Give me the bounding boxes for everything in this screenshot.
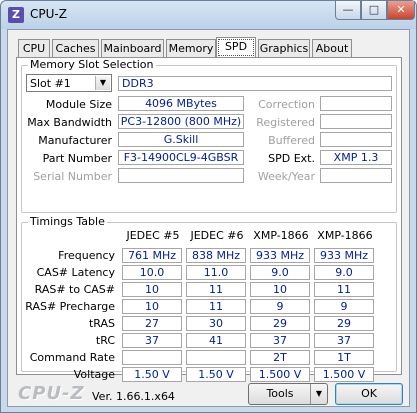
timings-row-label: Command Rate	[29, 351, 115, 364]
tab-about[interactable]: About	[312, 39, 352, 57]
timings-table-group: Timings Table JEDEC #5 JEDEC #6 XMP-1866 XM…	[21, 215, 397, 382]
serial-number-value	[118, 168, 244, 183]
timings-cell: 29	[250, 316, 310, 331]
slot-select[interactable]: Slot #1 ▼	[26, 74, 112, 92]
timings-cell: 30	[186, 316, 246, 331]
tab-mainboard[interactable]: Mainboard	[101, 39, 164, 57]
tab-caches[interactable]: Caches	[52, 39, 99, 57]
timings-cell: 1.50 V	[122, 367, 182, 382]
timings-cell: 2T	[250, 350, 310, 365]
timings-row-label: tRC	[95, 334, 115, 347]
timings-cell: 10	[250, 282, 310, 297]
timings-cell: 933 MHz	[250, 248, 310, 263]
timings-row-label: Voltage	[73, 368, 115, 381]
timings-cell: 11	[186, 299, 246, 314]
timings-cell: 9	[314, 299, 374, 314]
timings-cell: 11	[314, 282, 374, 297]
cpuz-logo: CPU-Z	[18, 383, 85, 404]
timings-cell: 10	[122, 282, 182, 297]
serial-number-label: Serial Number	[33, 170, 112, 183]
timings-cell: 29	[314, 316, 374, 331]
timings-cell: 37	[314, 333, 374, 348]
timings-column-header: JEDEC #6	[190, 229, 244, 242]
registered-label: Registered	[256, 116, 315, 129]
timings-column-header: JEDEC #5	[126, 229, 180, 242]
timings-cell: 1.50 V	[186, 367, 246, 382]
timings-column-header: XMP-1866	[253, 229, 309, 242]
chevron-down-icon[interactable]: ▼	[95, 76, 110, 90]
timings-cell: 1T	[314, 350, 374, 365]
timings-column-header: XMP-1866	[317, 229, 373, 242]
memory-slot-group: Memory Slot Selection Slot #1 ▼ DDR3 Mod…	[21, 58, 397, 213]
timings-cell: 1.500 V	[314, 367, 374, 382]
timings-cell: 761 MHz	[122, 248, 182, 263]
tools-button[interactable]: Tools ▼	[248, 383, 328, 405]
title-bar[interactable]: Z CPU-Z — □ ✕	[1, 1, 416, 29]
timings-cell	[186, 350, 246, 365]
module-size-label: Module Size	[45, 98, 112, 111]
spd-ext-label: SPD Ext.	[268, 152, 315, 165]
memory-type-value: DDR3	[118, 76, 392, 91]
tab-memory[interactable]: Memory	[166, 39, 216, 57]
timings-cell: 10.0	[122, 265, 182, 280]
timings-cell: 11.0	[186, 265, 246, 280]
version-label: Ver. 1.66.1.x64	[92, 390, 175, 403]
week-year-value	[320, 168, 392, 183]
tab-spd[interactable]: SPD	[216, 37, 256, 58]
timings-cell: 1.500 V	[250, 367, 310, 382]
tab-cpu[interactable]: CPU	[18, 39, 50, 57]
part-number-value: F3-14900CL9-4GBSR	[118, 150, 244, 165]
cpuz-window: Z CPU-Z — □ ✕ CPU Caches Mainboard Memor…	[0, 0, 417, 413]
week-year-label: Week/Year	[257, 170, 315, 183]
timings-cell: 37	[122, 333, 182, 348]
minimize-button[interactable]: —	[335, 1, 361, 20]
client-area: CPU Caches Mainboard Memory SPD Graphics…	[7, 29, 410, 407]
buffered-label: Buffered	[268, 134, 315, 147]
manufacturer-label: Manufacturer	[38, 134, 112, 147]
max-bandwidth-label: Max Bandwidth	[27, 116, 112, 129]
registered-value	[320, 114, 392, 129]
max-bandwidth-value: PC3-12800 (800 MHz)	[118, 114, 244, 129]
correction-label: Correction	[258, 98, 315, 111]
timings-cell: 37	[250, 333, 310, 348]
timings-cell: 27	[122, 316, 182, 331]
manufacturer-value: G.Skill	[118, 132, 244, 147]
buffered-value	[320, 132, 392, 147]
tools-button-label: Tools	[266, 387, 294, 400]
timings-cell: 838 MHz	[186, 248, 246, 263]
timings-cell	[122, 350, 182, 365]
maximize-button[interactable]: □	[361, 1, 387, 20]
timings-group-title: Timings Table	[28, 215, 107, 228]
slot-select-value: Slot #1	[30, 77, 71, 90]
timings-cell: 41	[186, 333, 246, 348]
spd-panel: Memory Slot Selection Slot #1 ▼ DDR3 Mod…	[16, 57, 402, 382]
close-button[interactable]: ✕	[387, 1, 415, 20]
correction-value	[320, 96, 392, 111]
spd-ext-value: XMP 1.3	[320, 150, 392, 165]
memory-slot-group-title: Memory Slot Selection	[28, 58, 156, 71]
chevron-down-icon[interactable]: ▼	[310, 384, 327, 404]
timings-row-label: tRAS	[88, 317, 115, 330]
module-size-value: 4096 MBytes	[118, 96, 244, 111]
cpuz-app-icon: Z	[8, 7, 24, 23]
ok-button[interactable]: OK	[335, 383, 403, 405]
part-number-label: Part Number	[42, 152, 112, 165]
timings-cell: 9	[250, 299, 310, 314]
timings-row-label: RAS# Precharge	[25, 300, 115, 313]
timings-cell: 11	[186, 282, 246, 297]
timings-cell: 10	[122, 299, 182, 314]
window-title: CPU-Z	[30, 7, 67, 21]
timings-cell: 9.0	[314, 265, 374, 280]
timings-cell: 933 MHz	[314, 248, 374, 263]
timings-row-label: CAS# Latency	[36, 266, 115, 279]
timings-row-label: Frequency	[58, 249, 115, 262]
timings-cell: 9.0	[250, 265, 310, 280]
timings-row-label: RAS# to CAS#	[34, 283, 115, 296]
tab-graphics[interactable]: Graphics	[258, 39, 310, 57]
